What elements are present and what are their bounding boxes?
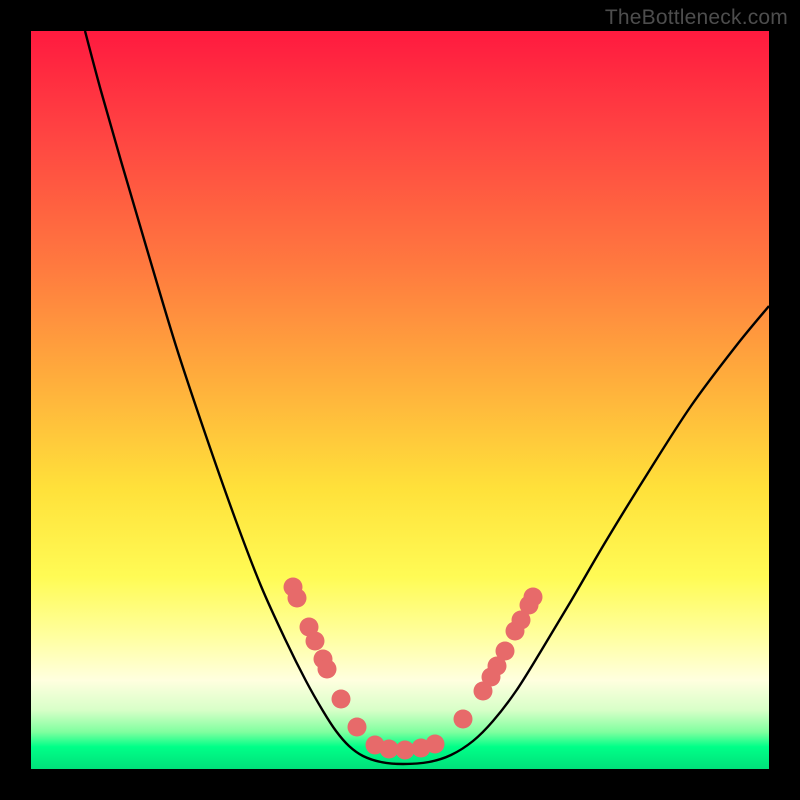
curve-marker: [332, 690, 351, 709]
curve-marker: [396, 741, 415, 760]
curve-marker: [318, 660, 337, 679]
curve-marker: [496, 642, 515, 661]
chart-frame: TheBottleneck.com: [0, 0, 800, 800]
curve-marker: [426, 735, 445, 754]
plot-area: [31, 31, 769, 769]
curve-marker: [288, 589, 307, 608]
curve-markers: [284, 578, 543, 760]
curve-marker: [524, 588, 543, 607]
curve-marker: [306, 632, 325, 651]
curve-marker: [454, 710, 473, 729]
curve-line: [85, 31, 769, 764]
watermark-text: TheBottleneck.com: [605, 6, 788, 30]
bottleneck-curve: [31, 31, 769, 769]
curve-marker: [348, 718, 367, 737]
